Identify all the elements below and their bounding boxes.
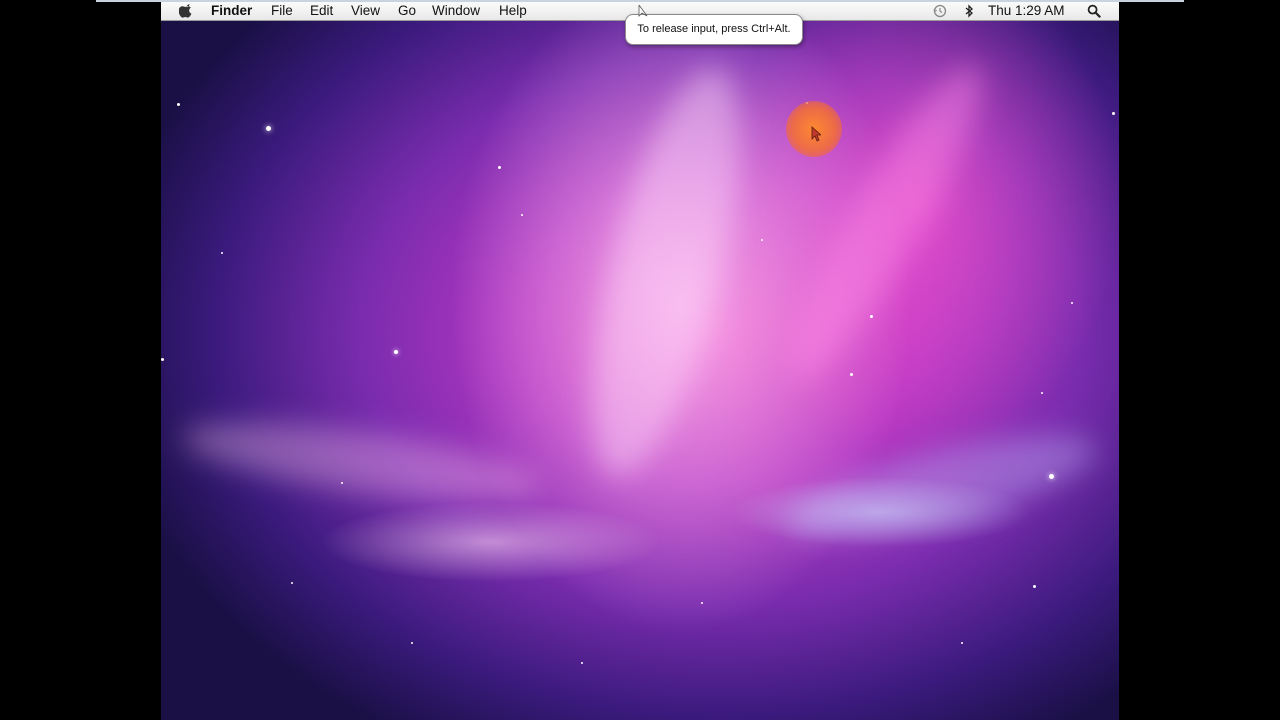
time-machine-icon[interactable]	[933, 4, 947, 18]
star	[177, 103, 180, 106]
star	[1112, 112, 1115, 115]
star	[1049, 474, 1054, 479]
mouse-pointer-icon	[811, 126, 821, 142]
menu-file[interactable]: File	[271, 3, 293, 19]
menu-window[interactable]: Window	[432, 3, 480, 19]
star	[581, 662, 583, 664]
wallpaper-streak	[561, 54, 771, 490]
star	[701, 602, 703, 604]
star	[394, 350, 398, 354]
star	[341, 482, 343, 484]
menu-bar-clock[interactable]: Thu 1:29 AM	[988, 3, 1065, 19]
menu-edit[interactable]: Edit	[310, 3, 333, 19]
bluetooth-icon[interactable]	[962, 4, 976, 18]
star	[161, 358, 164, 361]
tooltip-text: To release input, press Ctrl+Alt.	[637, 23, 791, 35]
star	[761, 239, 763, 241]
star	[850, 373, 853, 376]
apple-icon[interactable]	[179, 3, 193, 19]
star	[521, 214, 523, 216]
menu-view[interactable]: View	[351, 3, 380, 19]
star	[1041, 392, 1043, 394]
menu-help[interactable]: Help	[499, 3, 527, 19]
wallpaper-streak	[178, 407, 544, 517]
mac-desktop[interactable]: Finder File Edit View Go Window Help Thu…	[161, 2, 1119, 720]
star	[221, 252, 223, 254]
release-input-tooltip: To release input, press Ctrl+Alt.	[625, 14, 803, 45]
star	[1071, 302, 1073, 304]
star	[1033, 585, 1036, 588]
spotlight-search-icon[interactable]	[1087, 4, 1101, 18]
star	[870, 315, 873, 318]
app-menu-finder[interactable]: Finder	[211, 3, 252, 19]
tooltip-pointer-icon	[638, 5, 648, 17]
star	[291, 582, 293, 584]
wallpaper-streak	[765, 48, 1007, 396]
star	[411, 642, 413, 644]
star	[266, 126, 271, 131]
star	[961, 642, 963, 644]
star	[498, 166, 501, 169]
wallpaper-streak	[777, 414, 1105, 560]
menu-go[interactable]: Go	[398, 3, 416, 19]
